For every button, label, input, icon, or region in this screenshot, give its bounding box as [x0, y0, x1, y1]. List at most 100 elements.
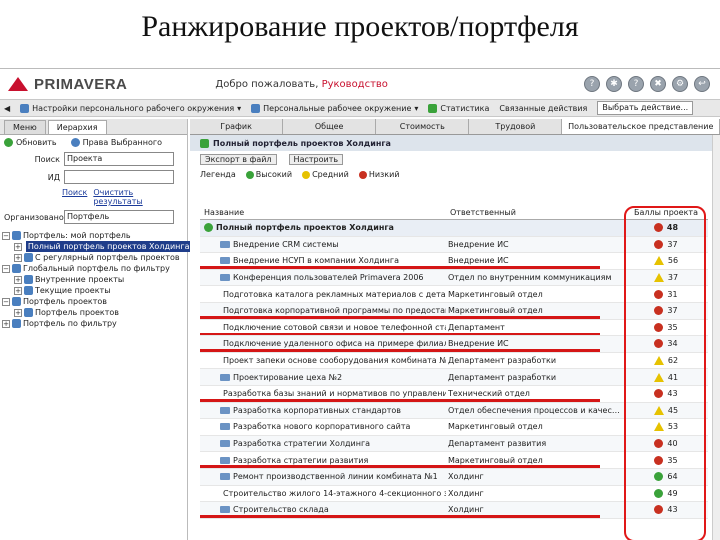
left-buttons: Обновить Права Выбранного	[0, 135, 187, 150]
refresh-button[interactable]: Обновить	[4, 138, 57, 147]
column-name[interactable]: Название	[200, 206, 446, 219]
user-icon	[70, 138, 80, 147]
tree-item[interactable]: + Портфель по фильтру	[2, 318, 185, 329]
portfolio-icon	[12, 319, 21, 328]
expand-icon[interactable]: +	[14, 308, 22, 317]
menu-item-personal-workspace[interactable]: Персональные рабочее окружение ▾	[251, 103, 418, 113]
tree-item[interactable]: − Глобальный портфель по фильтру	[2, 263, 185, 274]
right-tabs: График Общее Стоимость Трудовой Пользова…	[190, 119, 720, 135]
welcome-text: Добро пожаловать, Руководство	[215, 78, 388, 90]
expand-icon[interactable]: +	[2, 319, 10, 328]
portfolio-icon	[12, 264, 21, 273]
rights-button[interactable]: Права Выбранного	[70, 138, 162, 147]
project-owner: Департамент разработки	[448, 356, 557, 366]
project-owner: Отдел по внутренним коммуникациям	[448, 273, 612, 283]
export-button[interactable]: Экспорт в файл	[200, 154, 277, 165]
project-owner: Маркетинговый отдел	[448, 422, 543, 432]
tools-icon[interactable]: ✖	[650, 76, 666, 92]
tab-general[interactable]: Общее	[283, 119, 377, 134]
search-select[interactable]: Проекта	[64, 152, 174, 166]
tab-menu[interactable]: Меню	[4, 120, 46, 134]
info-icon[interactable]: ?	[628, 76, 644, 92]
menu-item-personal-settings[interactable]: Настройки персонального рабочего окружен…	[20, 103, 241, 113]
project-owner: Технический отдел	[448, 389, 530, 399]
expand-icon[interactable]: +	[14, 275, 22, 284]
project-name: Разработка стратегии развития	[233, 455, 369, 465]
settings-icon[interactable]: ✱	[606, 76, 622, 92]
column-owner[interactable]: Ответственный	[446, 206, 624, 219]
project-name: Подключение сотовой связи и новое телефо…	[223, 322, 446, 332]
panel-title: Полный портфель проектов Холдинга	[190, 135, 720, 151]
project-owner: Отдел обеспечения процессов и качества	[448, 405, 624, 415]
tree-item[interactable]: − Портфель проектов	[2, 296, 185, 307]
slide-title: Ранжирование проектов/портфеля	[141, 10, 579, 43]
scrollbar[interactable]	[712, 135, 720, 540]
yellow-dot-icon	[302, 170, 311, 179]
tree-item-selected[interactable]: + Полный портфель проектов Холдинга	[2, 241, 192, 252]
strike-through-mark	[200, 316, 600, 319]
id-input[interactable]	[64, 170, 174, 184]
tab-custom-view[interactable]: Пользовательское представление	[562, 119, 720, 134]
organize-row: Организовано Портфель	[0, 208, 187, 226]
expand-icon[interactable]: +	[14, 242, 22, 251]
project-owner: Департамент	[448, 322, 505, 332]
portfolio-icon	[24, 308, 33, 317]
expand-icon[interactable]: −	[2, 231, 10, 240]
tree-item[interactable]: + Портфель проектов	[2, 307, 185, 318]
legend-high: Высокий	[245, 170, 292, 179]
organize-select[interactable]: Портфель	[64, 210, 174, 224]
project-name: Внедрение НСУП в компании Холдинга	[233, 256, 399, 266]
clear-results-link[interactable]: Очистить результаты	[93, 188, 183, 206]
back-arrow-icon[interactable]: ◀	[4, 104, 10, 113]
tab-gantt[interactable]: График	[190, 119, 284, 134]
help-icon[interactable]: ?	[584, 76, 600, 92]
expand-icon[interactable]: +	[14, 253, 22, 262]
project-name: Строительство склада	[233, 505, 329, 515]
logout-icon[interactable]: ↩	[694, 76, 710, 92]
folder-icon	[220, 440, 230, 448]
search-link[interactable]: Поиск	[62, 188, 87, 206]
projects-grid: Название Ответственный Баллы проекта Пол…	[200, 206, 708, 540]
folder-icon	[220, 274, 230, 282]
portfolio-icon	[24, 286, 33, 295]
primavera-logo-icon	[8, 77, 30, 91]
gear-icon[interactable]: ⚙	[672, 76, 688, 92]
primavera-app-window: PRIMAVERA Добро пожаловать, Руководство …	[0, 68, 720, 540]
expand-icon[interactable]: −	[2, 297, 10, 306]
tree-item[interactable]: − Портфель: мой портфель	[2, 230, 185, 241]
tab-labor[interactable]: Трудовой	[469, 119, 563, 134]
panel-toolbar: Экспорт в файл Настроить	[190, 151, 720, 168]
menu-item-statistics[interactable]: Статистика	[428, 103, 489, 113]
project-name: Строительство жилого 14-этажного 4-секци…	[223, 488, 446, 498]
menu-item-related-actions[interactable]: Связанные действия	[499, 104, 587, 113]
action-select[interactable]: Выбрать действие...	[597, 101, 694, 115]
configure-button[interactable]: Настроить	[288, 154, 344, 165]
legend-label: Легенда	[200, 170, 236, 179]
tree-item[interactable]: + С регулярный портфель проектов	[2, 252, 185, 263]
strike-through-mark	[200, 349, 600, 352]
portfolio-icon	[12, 297, 21, 306]
project-owner: Маркетинговый отдел	[448, 455, 543, 465]
expand-icon[interactable]: −	[2, 264, 10, 273]
project-name: Ремонт производственной линии комбината …	[233, 472, 438, 482]
tab-hierarchy[interactable]: Иерархия	[47, 120, 107, 134]
tree-item[interactable]: + Внутренние проекты	[2, 274, 185, 285]
settings-icon	[20, 103, 30, 113]
left-panel: Меню Иерархия Обновить Права Выбранного …	[0, 119, 192, 540]
project-name: Конференция пользователей Primavera 2006	[233, 273, 424, 283]
red-dot-icon	[358, 170, 367, 179]
strike-through-mark	[200, 266, 600, 269]
portfolio-icon	[24, 253, 33, 262]
tab-cost[interactable]: Стоимость	[376, 119, 470, 134]
project-owner: Департамент развития	[448, 439, 547, 449]
expand-icon[interactable]: +	[14, 286, 22, 295]
green-dot-icon	[245, 170, 254, 179]
portfolio-tree: − Портфель: мой портфель + Полный портфель…	[0, 226, 192, 333]
folder-icon	[220, 506, 230, 514]
project-owner: Маркетинговый отдел	[448, 289, 543, 299]
strike-through-mark	[200, 399, 600, 402]
tree-item[interactable]: + Текущие проекты	[2, 285, 185, 296]
legend-medium: Средний	[302, 170, 349, 179]
search-links: Поиск Очистить результаты	[0, 186, 187, 208]
portfolio-icon	[24, 275, 33, 284]
